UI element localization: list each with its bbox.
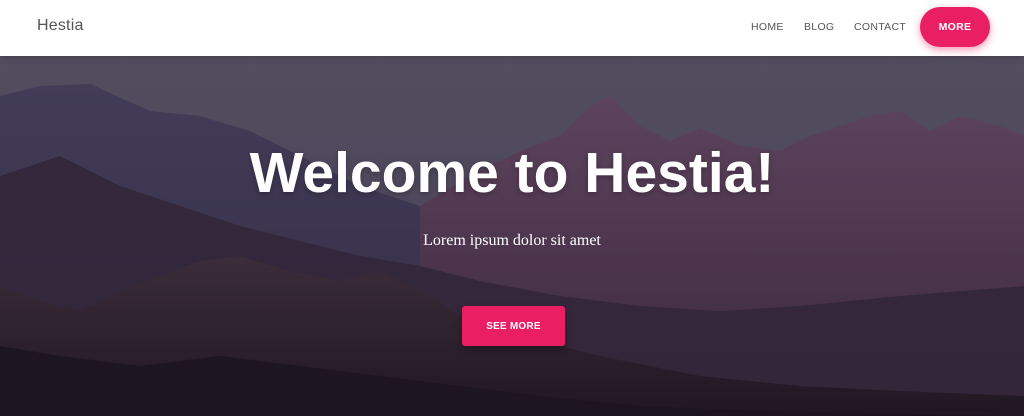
hero-section: Welcome to Hestia! Lorem ipsum dolor sit…: [0, 56, 1024, 416]
see-more-button[interactable]: SEE MORE: [462, 306, 565, 346]
hero-subtitle: Lorem ipsum dolor sit amet: [423, 232, 601, 249]
more-button[interactable]: MORE: [920, 7, 990, 47]
hero-title: Welcome to Hestia!: [249, 141, 775, 205]
top-navbar: Hestia HOME BLOG CONTACT MORE: [0, 0, 1024, 56]
nav-link-home[interactable]: HOME: [751, 21, 784, 33]
nav-link-blog[interactable]: BLOG: [804, 21, 834, 33]
nav-link-contact[interactable]: CONTACT: [854, 21, 906, 33]
brand-logo-text[interactable]: Hestia: [37, 17, 84, 35]
